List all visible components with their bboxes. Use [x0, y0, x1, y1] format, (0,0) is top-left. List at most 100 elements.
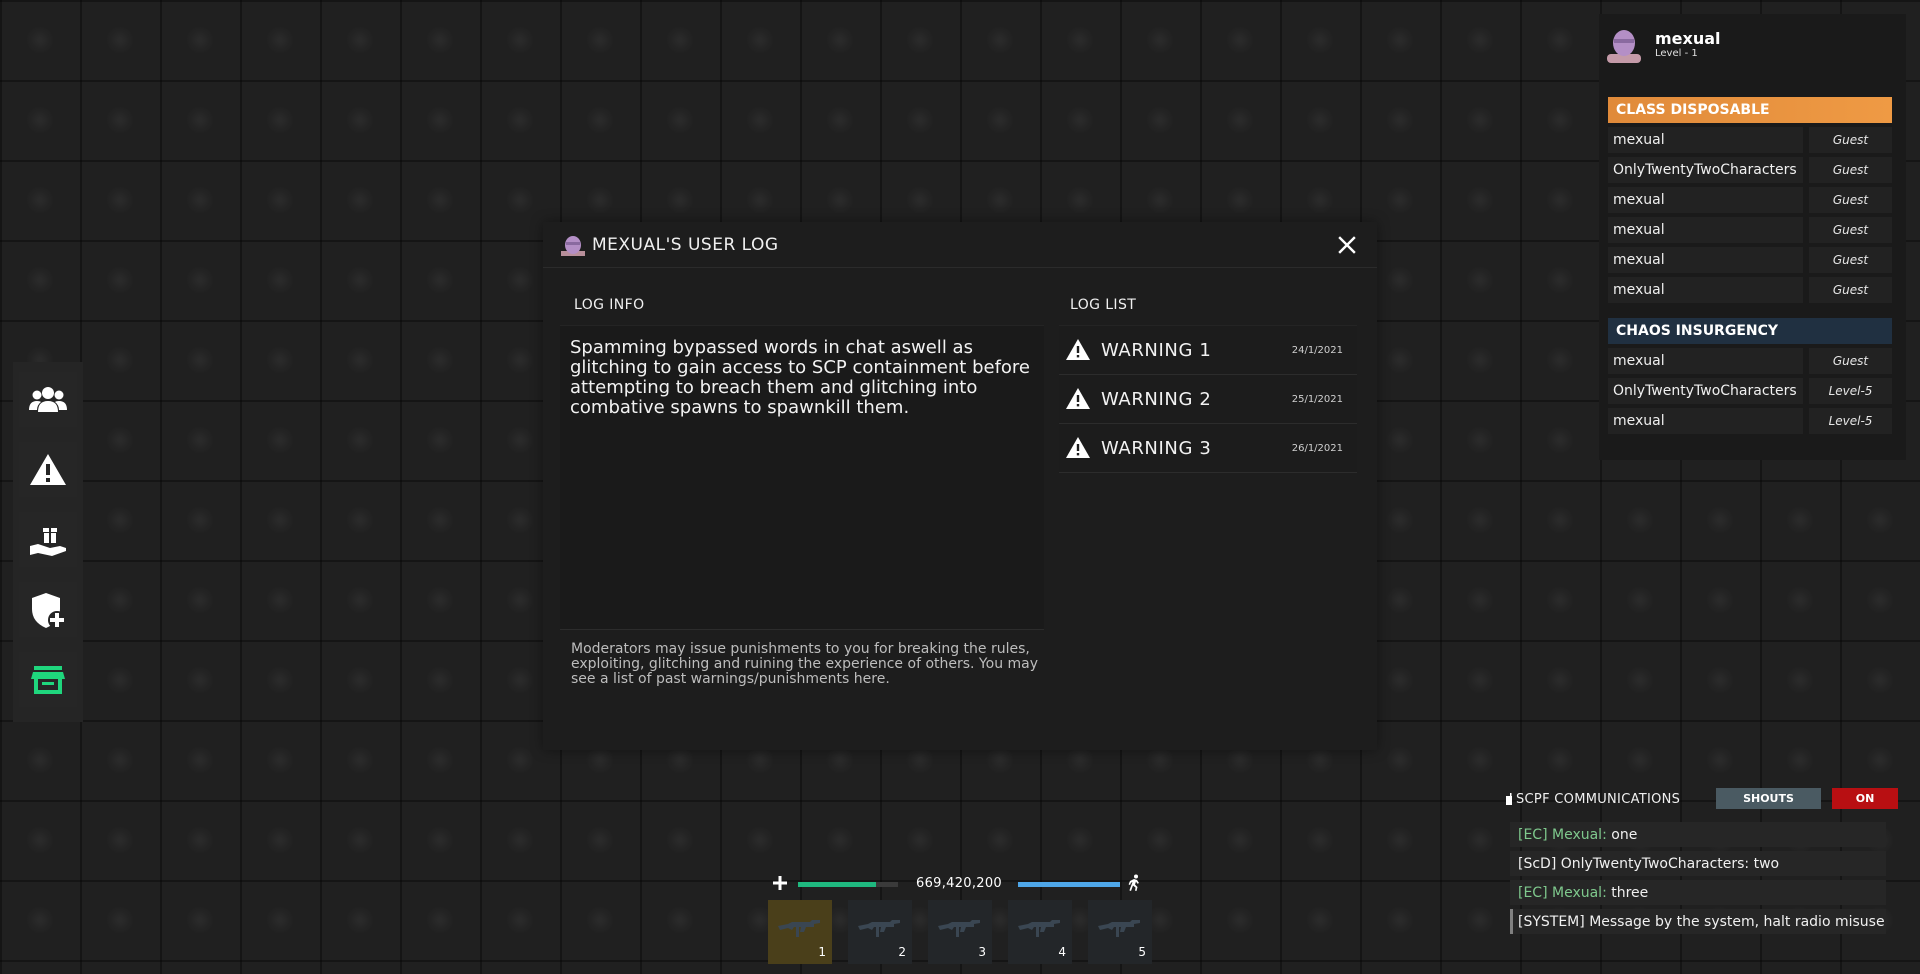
modal-header: MEXUAL'S USER LOG	[543, 222, 1377, 268]
health-icon	[773, 876, 787, 890]
log-list-heading: LOG LIST	[1070, 297, 1137, 313]
player-row[interactable]: mexual Guest	[1608, 348, 1892, 374]
hotbar-slot[interactable]: 3	[928, 900, 992, 964]
player-row-name: OnlyTwentyTwoCharacters	[1608, 378, 1803, 404]
log-item-title: WARNING 2	[1101, 388, 1212, 410]
radio-icon	[1506, 793, 1512, 805]
chat-message-system: [SYSTEM] Message by the system, halt rad…	[1510, 909, 1886, 934]
player-row-rank: Guest	[1809, 127, 1892, 153]
warning-icon	[1066, 388, 1090, 409]
player-row[interactable]: OnlyTwentyTwoCharacters Level-5	[1608, 378, 1892, 404]
money-counter: 669,420,200	[916, 876, 1003, 891]
shield-plus-icon	[32, 592, 66, 629]
users-icon	[29, 386, 67, 412]
player-row-rank: Level-5	[1809, 378, 1892, 404]
player-row-rank: Guest	[1809, 247, 1892, 273]
player-row-name: mexual	[1608, 277, 1803, 303]
rifle-icon	[778, 920, 820, 937]
chat-message-text: two	[1753, 855, 1780, 872]
player-level: Level - 1	[1655, 48, 1698, 59]
player-row-name: mexual	[1608, 348, 1803, 374]
team-header-class-disposable: CLASS DISPOSABLE	[1608, 97, 1892, 123]
rifle-icon	[1018, 920, 1060, 937]
shouts-button[interactable]: SHOUTS	[1716, 788, 1821, 809]
player-list-panel: mexual Level - 1 CLASS DISPOSABLE mexual…	[1599, 14, 1906, 460]
store-button[interactable]	[19, 652, 77, 707]
hotbar-slot-number: 5	[1138, 945, 1146, 959]
warning-icon	[30, 453, 66, 485]
player-row-name: mexual	[1608, 247, 1803, 273]
hotbar-slot-number: 4	[1058, 945, 1066, 959]
hotbar-slot[interactable]: 4	[1008, 900, 1072, 964]
log-item-date: 26/1/2021	[1291, 442, 1343, 454]
log-item-date: 24/1/2021	[1291, 344, 1343, 356]
log-item-title: WARNING 3	[1101, 437, 1212, 459]
player-row-rank: Guest	[1809, 187, 1892, 213]
comms-header: SCPF COMMUNICATIONS SHOUTS ON	[1500, 786, 1906, 812]
player-row[interactable]: mexual Guest	[1608, 277, 1892, 303]
log-item[interactable]: WARNING 2 25/1/2021	[1059, 375, 1357, 424]
player-row-rank: Guest	[1809, 348, 1892, 374]
rifle-icon	[938, 920, 980, 937]
shield-button[interactable]	[19, 582, 77, 637]
log-info-panel: Spamming bypassed words in chat aswell a…	[560, 325, 1044, 630]
player-row[interactable]: mexual Guest	[1608, 247, 1892, 273]
gifts-button[interactable]	[19, 512, 77, 567]
chat-message: [EC] Mexual: one	[1510, 822, 1886, 847]
avatar	[1607, 30, 1641, 63]
left-sidebar	[13, 362, 83, 722]
chat-message-text: three	[1611, 884, 1649, 901]
hotbar-slot[interactable]: 5	[1088, 900, 1152, 964]
log-item[interactable]: WARNING 3 26/1/2021	[1059, 424, 1357, 473]
chat-message: [ScD] OnlyTwentyTwoCharacters: two	[1510, 851, 1886, 876]
user-log-modal: MEXUAL'S USER LOG LOG INFO LOG LIST Spam…	[543, 222, 1377, 750]
stamina-bar-fill	[1018, 882, 1120, 887]
hotbar-slot[interactable]: 1	[768, 900, 832, 964]
warnings-button[interactable]	[19, 442, 77, 497]
chat-message-tag: [EC] Mexual:	[1518, 826, 1607, 843]
chat-message-tag: [ScD] OnlyTwentyTwoCharacters:	[1518, 855, 1750, 872]
player-row[interactable]: mexual Guest	[1608, 127, 1892, 153]
health-bar-fill	[798, 882, 876, 887]
player-row[interactable]: mexual Guest	[1608, 187, 1892, 213]
warning-icon	[1066, 437, 1090, 458]
hotbar-slot-number: 1	[818, 945, 826, 959]
avatar	[561, 235, 585, 256]
hotbar-slot[interactable]: 2	[848, 900, 912, 964]
log-item-title: WARNING 1	[1101, 339, 1212, 361]
player-row-name: mexual	[1608, 127, 1803, 153]
player-row-name: mexual	[1608, 408, 1803, 434]
sprint-icon	[1128, 874, 1139, 891]
comms-panel: SCPF COMMUNICATIONS SHOUTS ON [EC] Mexua…	[1500, 786, 1906, 974]
players-button[interactable]	[19, 372, 77, 427]
warning-icon	[1066, 339, 1090, 360]
rifle-icon	[858, 920, 900, 937]
player-row[interactable]: OnlyTwentyTwoCharacters Guest	[1608, 157, 1892, 183]
log-info-heading: LOG INFO	[574, 297, 645, 313]
store-icon	[31, 665, 65, 694]
player-row-rank: Guest	[1809, 157, 1892, 183]
log-item-date: 25/1/2021	[1291, 393, 1343, 405]
close-icon[interactable]	[1337, 235, 1357, 255]
comms-title: SCPF COMMUNICATIONS	[1516, 792, 1681, 807]
comms-toggle-button[interactable]: ON	[1832, 788, 1898, 809]
log-info-text: Spamming bypassed words in chat aswell a…	[570, 337, 1031, 418]
player-row-name: mexual	[1608, 217, 1803, 243]
rifle-icon	[1098, 920, 1140, 937]
player-row-rank: Level-5	[1809, 408, 1892, 434]
log-info-footer: Moderators may issue punishments to you …	[571, 641, 1039, 687]
player-name: mexual	[1655, 29, 1721, 48]
hotbar-slot-number: 3	[978, 945, 986, 959]
chat-message-text: Message by the system, halt radio misuse…	[1589, 913, 1886, 930]
log-list: WARNING 1 24/1/2021 WARNING 2 25/1/2021 …	[1059, 325, 1357, 487]
team-header-chaos-insurgency: CHAOS INSURGENCY	[1608, 318, 1892, 344]
player-row[interactable]: mexual Guest	[1608, 217, 1892, 243]
player-row-name: OnlyTwentyTwoCharacters	[1608, 157, 1803, 183]
player-row[interactable]: mexual Level-5	[1608, 408, 1892, 434]
chat-message-tag: [SYSTEM]	[1518, 913, 1585, 930]
log-item[interactable]: WARNING 1 24/1/2021	[1059, 326, 1357, 375]
player-row-rank: Guest	[1809, 277, 1892, 303]
player-row-name: mexual	[1608, 187, 1803, 213]
chat-message-text: one	[1611, 826, 1638, 843]
hotbar-slot-number: 2	[898, 945, 906, 959]
